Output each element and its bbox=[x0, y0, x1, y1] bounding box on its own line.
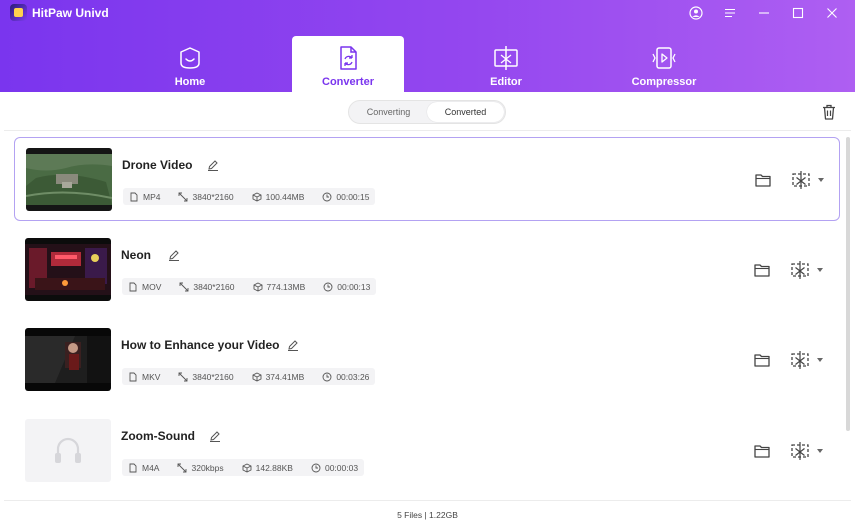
user-icon bbox=[689, 6, 703, 20]
file-format: MKV bbox=[142, 371, 161, 382]
footer-summary: 5 Files | 1.22GB bbox=[4, 500, 851, 530]
file-format: M4A bbox=[142, 462, 160, 473]
file-name: Neon bbox=[121, 248, 151, 262]
minimize-icon bbox=[759, 12, 769, 14]
size-icon bbox=[252, 371, 262, 382]
edit-export-icon[interactable] bbox=[790, 169, 812, 191]
app-logo bbox=[10, 4, 27, 21]
compressor-icon bbox=[652, 47, 676, 69]
status-toggle: Converting Converted bbox=[348, 100, 506, 124]
edit-export-icon[interactable] bbox=[789, 440, 811, 462]
file-size: 374.41MB bbox=[265, 371, 305, 382]
video-thumbnail bbox=[26, 148, 112, 211]
title-bar: HitPaw Univd Home Converter Editor Compr… bbox=[0, 0, 855, 92]
size-icon bbox=[253, 281, 262, 292]
account-button[interactable] bbox=[685, 3, 707, 23]
maximize-icon bbox=[792, 7, 804, 19]
open-folder-icon[interactable] bbox=[753, 442, 771, 460]
file-duration: 00:00:15 bbox=[336, 191, 370, 202]
minimize-button[interactable] bbox=[753, 3, 775, 23]
tab-converter[interactable]: Converter bbox=[292, 36, 404, 92]
resolution-icon bbox=[179, 282, 189, 291]
file-format: MP4 bbox=[143, 191, 161, 202]
chevron-down-icon[interactable] bbox=[816, 357, 824, 363]
file-icon bbox=[129, 463, 137, 472]
edit-export-icon[interactable] bbox=[789, 259, 811, 281]
bitrate-icon bbox=[178, 463, 187, 472]
clock-icon bbox=[311, 463, 321, 472]
file-icon bbox=[130, 192, 138, 201]
rename-pencil-icon[interactable] bbox=[209, 430, 221, 442]
tab-compressor[interactable]: Compressor bbox=[608, 36, 720, 92]
toolbar-divider bbox=[4, 130, 851, 131]
file-duration: 00:00:13 bbox=[337, 281, 371, 292]
rename-pencil-icon[interactable] bbox=[168, 249, 180, 261]
file-size: 142.88KB bbox=[255, 462, 293, 473]
close-icon bbox=[827, 8, 837, 18]
chevron-down-icon[interactable] bbox=[817, 177, 825, 183]
file-meta: M4A 320kbps 142.88KB 00:00:03 bbox=[122, 459, 365, 476]
file-name: Drone Video bbox=[122, 158, 193, 172]
file-resolution: 3840*2160 bbox=[193, 281, 235, 292]
video-thumbnail bbox=[25, 238, 111, 301]
list-item[interactable]: Drone Video MP4 3840*2160 100.44MB 00:00… bbox=[14, 137, 840, 221]
clock-icon bbox=[322, 372, 332, 381]
list-scrollbar[interactable] bbox=[846, 137, 850, 431]
file-resolution: 3840*2160 bbox=[192, 191, 234, 202]
open-folder-icon[interactable] bbox=[753, 351, 771, 369]
file-size: 100.44MB bbox=[265, 191, 305, 202]
file-resolution: 3840*2160 bbox=[192, 371, 234, 382]
video-thumbnail bbox=[25, 328, 111, 391]
file-format: MOV bbox=[142, 281, 162, 292]
file-icon bbox=[129, 372, 137, 381]
rename-pencil-icon[interactable] bbox=[207, 159, 219, 171]
file-bitrate: 320kbps bbox=[191, 462, 224, 473]
file-size: 774.13MB bbox=[266, 281, 306, 292]
converting-toggle[interactable]: Converting bbox=[350, 102, 427, 122]
resolution-icon bbox=[178, 372, 188, 381]
open-folder-icon[interactable] bbox=[754, 171, 772, 189]
chevron-down-icon[interactable] bbox=[816, 267, 824, 273]
clock-icon bbox=[322, 192, 332, 201]
hamburger-menu-icon bbox=[725, 8, 735, 18]
app-title: HitPaw Univd bbox=[32, 6, 109, 20]
audio-thumbnail bbox=[25, 419, 111, 482]
edit-export-icon[interactable] bbox=[789, 349, 811, 371]
converter-icon bbox=[340, 46, 357, 70]
open-folder-icon[interactable] bbox=[753, 261, 771, 279]
maximize-button[interactable] bbox=[787, 3, 809, 23]
list-item[interactable]: Zoom-Sound M4A 320kbps 142.88KB 00:00:03 bbox=[14, 409, 840, 493]
file-duration: 00:00:03 bbox=[324, 462, 359, 473]
converted-toggle[interactable]: Converted bbox=[427, 102, 504, 122]
resolution-icon bbox=[179, 192, 188, 201]
file-icon bbox=[129, 282, 137, 291]
tab-home-label: Home bbox=[174, 76, 206, 88]
file-meta: MKV 3840*2160 374.41MB 00:03:26 bbox=[122, 368, 376, 385]
rename-pencil-icon[interactable] bbox=[287, 339, 299, 351]
file-meta: MP4 3840*2160 100.44MB 00:00:15 bbox=[123, 188, 376, 205]
tab-editor-label: Editor bbox=[490, 76, 522, 88]
size-icon bbox=[252, 191, 262, 202]
file-meta: MOV 3840*2160 774.13MB 00:00:13 bbox=[122, 278, 377, 295]
list-item[interactable]: How to Enhance your Video MKV 3840*2160 … bbox=[14, 318, 840, 402]
file-name: Zoom-Sound bbox=[121, 429, 195, 443]
file-name: How to Enhance your Video bbox=[121, 338, 280, 352]
tab-compressor-label: Compressor bbox=[631, 76, 697, 88]
chevron-down-icon[interactable] bbox=[816, 448, 824, 454]
tab-converter-label: Converter bbox=[322, 76, 374, 88]
editor-icon bbox=[494, 46, 518, 70]
list-item[interactable]: Neon MOV 3840*2160 774.13MB 00:00:13 bbox=[14, 228, 840, 312]
menu-button[interactable] bbox=[719, 3, 741, 23]
home-face-icon bbox=[180, 47, 200, 69]
size-icon bbox=[242, 462, 252, 473]
clock-icon bbox=[323, 282, 333, 291]
tab-editor[interactable]: Editor bbox=[450, 36, 562, 92]
window-controls bbox=[685, 3, 843, 23]
tab-home[interactable]: Home bbox=[134, 36, 246, 92]
file-duration: 00:03:26 bbox=[336, 371, 370, 382]
close-button[interactable] bbox=[821, 3, 843, 23]
trash-icon[interactable] bbox=[820, 103, 838, 121]
